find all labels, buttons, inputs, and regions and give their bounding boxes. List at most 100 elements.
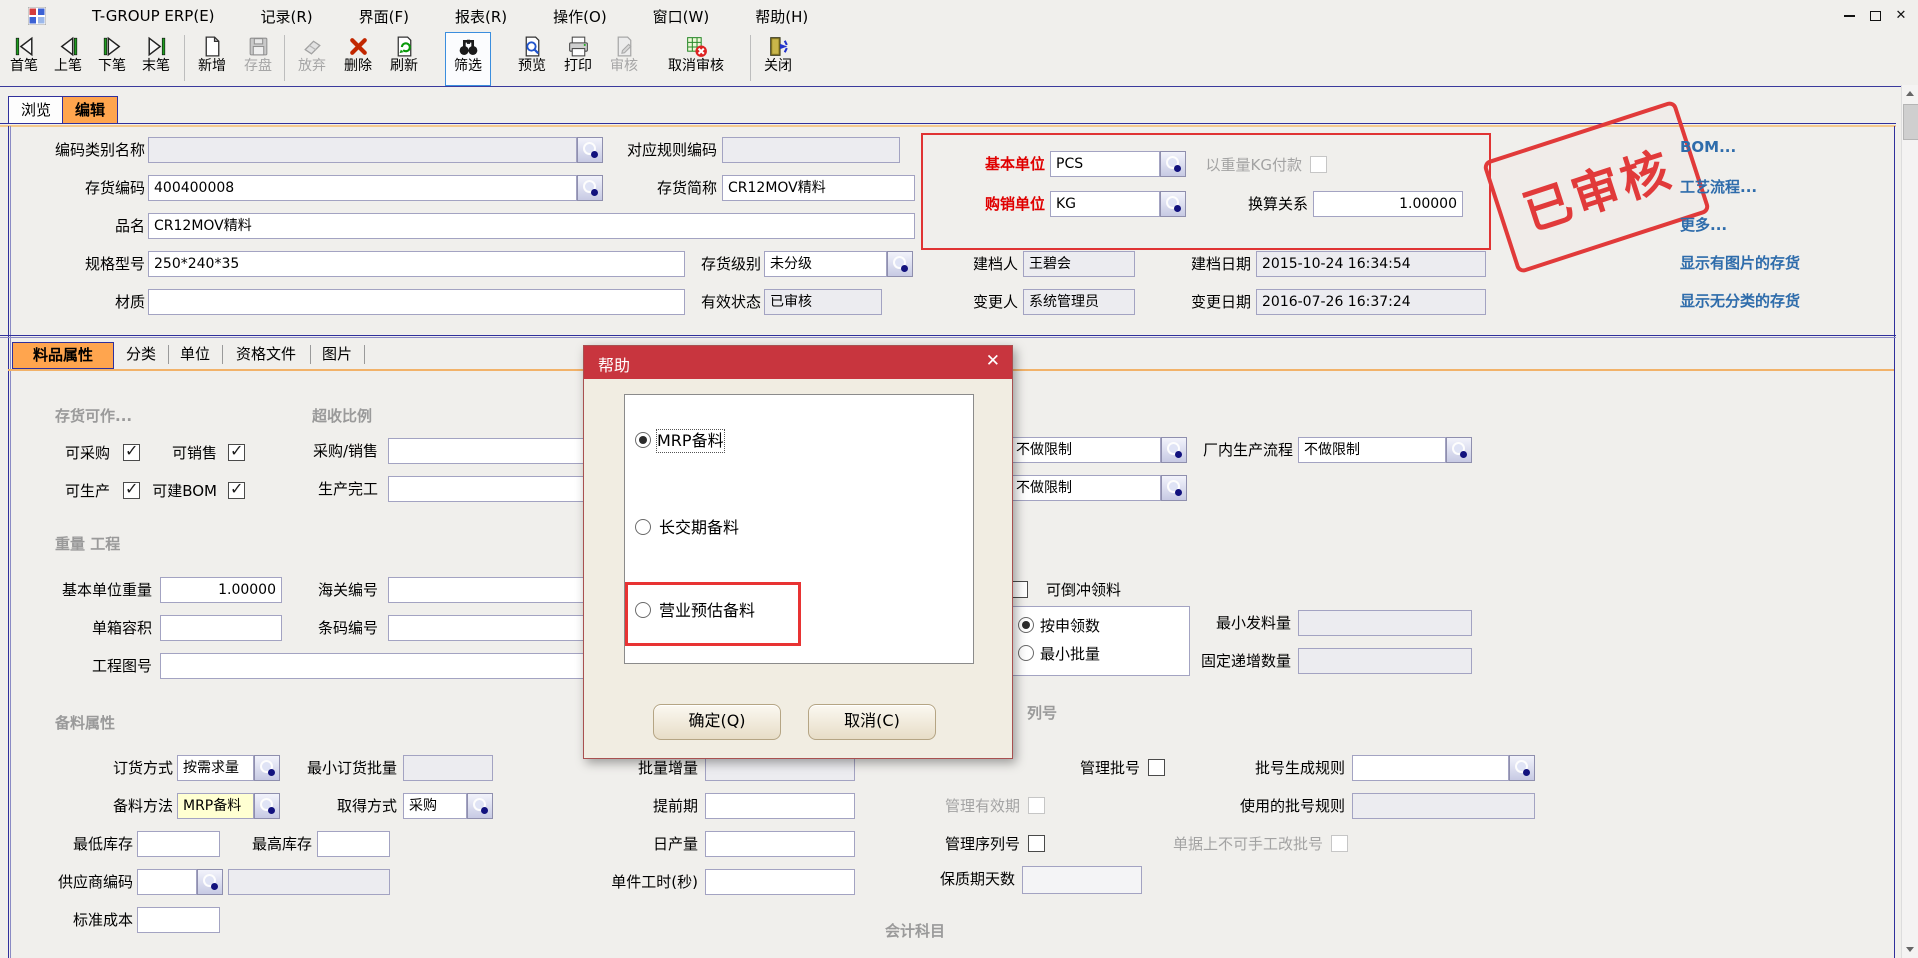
- shelf-life-field[interactable]: [1022, 866, 1142, 894]
- item-abbr-field[interactable]: CR12MOV精料: [722, 175, 915, 201]
- menu-item-window[interactable]: 窗口(W): [653, 6, 710, 27]
- acquire-mode-field[interactable]: 采购: [403, 793, 467, 819]
- batch-rule-lookup-icon[interactable]: [1509, 755, 1535, 781]
- prep-method-field[interactable]: MRP备料: [177, 793, 254, 819]
- dialog-option-longlead-label[interactable]: 长交期备料: [659, 517, 739, 539]
- menu-item-help[interactable]: 帮助(H): [755, 6, 808, 27]
- dialog-option-mrp-radio[interactable]: [635, 432, 651, 448]
- std-cost-field[interactable]: [137, 907, 220, 933]
- issue-min-batch-radio[interactable]: [1018, 645, 1034, 661]
- factory-flow-lookup-icon[interactable]: [1446, 437, 1472, 463]
- dialog-title-bar[interactable]: 帮助 ✕: [584, 346, 1012, 379]
- new-button[interactable]: 新增: [190, 33, 234, 85]
- scroll-up-button[interactable]: [1902, 85, 1918, 102]
- max-stock-field[interactable]: [317, 831, 390, 857]
- box-volume-field[interactable]: [160, 615, 282, 641]
- minimize-button[interactable]: [1840, 7, 1858, 25]
- base-unit-field[interactable]: PCS: [1050, 151, 1160, 177]
- can-sell-checkbox[interactable]: [228, 444, 245, 461]
- scroll-down-button[interactable]: [1902, 941, 1918, 958]
- item-code-lookup-icon[interactable]: [577, 175, 603, 201]
- close-window-button[interactable]: ✕: [1892, 7, 1910, 25]
- dialog-close-icon[interactable]: ✕: [986, 351, 1000, 371]
- order-mode-lookup-icon[interactable]: [254, 755, 280, 781]
- link-show-with-images[interactable]: 显示有图片的存货: [1680, 252, 1800, 273]
- preview-button[interactable]: 预览: [510, 33, 554, 85]
- subtab-images[interactable]: 图片: [312, 342, 362, 367]
- first-record-button[interactable]: 首笔: [2, 33, 46, 85]
- trade-unit-field[interactable]: KG: [1050, 191, 1160, 217]
- link-show-unclassified[interactable]: 显示无分类的存货: [1680, 290, 1800, 311]
- min-stock-field[interactable]: [137, 831, 220, 857]
- over-production-field[interactable]: [388, 476, 585, 502]
- menu-item-record[interactable]: 记录(R): [261, 6, 313, 27]
- drawing-no-field[interactable]: [160, 653, 585, 679]
- factory-flow-field[interactable]: 不做限制: [1298, 437, 1446, 463]
- restriction-field-2[interactable]: 不做限制: [1010, 475, 1161, 501]
- unit-time-field[interactable]: [705, 869, 855, 895]
- level-field[interactable]: 未分级: [764, 251, 887, 277]
- prev-record-button[interactable]: 上笔: [46, 33, 90, 85]
- restriction-1-lookup-icon[interactable]: [1161, 437, 1187, 463]
- barcode-field[interactable]: [388, 615, 585, 641]
- can-bom-checkbox[interactable]: [228, 482, 245, 499]
- lead-time-field[interactable]: [705, 793, 855, 819]
- conversion-field[interactable]: 1.00000: [1313, 191, 1463, 217]
- daily-output-field[interactable]: [705, 831, 855, 857]
- menu-item-report[interactable]: 报表(R): [455, 6, 507, 27]
- menu-item-operation[interactable]: 操作(O): [553, 6, 607, 27]
- subtab-item-attributes[interactable]: 料品属性: [12, 342, 114, 369]
- coding-category-field[interactable]: [148, 137, 577, 163]
- scrollbar-thumb[interactable]: [1903, 104, 1918, 140]
- material-field[interactable]: [148, 289, 685, 315]
- item-code-field[interactable]: 400400008: [148, 175, 577, 201]
- issue-by-request-radio[interactable]: [1018, 617, 1034, 633]
- subtab-units[interactable]: 单位: [170, 342, 220, 367]
- link-bom[interactable]: BOM...: [1680, 138, 1736, 156]
- item-name-field[interactable]: CR12MOV精料: [148, 213, 915, 239]
- over-purchase-field[interactable]: [388, 438, 585, 464]
- last-record-button[interactable]: 末笔: [134, 33, 178, 85]
- dialog-option-mrp-label[interactable]: MRP备料: [657, 430, 724, 452]
- restriction-2-lookup-icon[interactable]: [1161, 475, 1187, 501]
- supplier-lookup-icon[interactable]: [197, 869, 223, 895]
- close-form-button[interactable]: 关闭: [756, 33, 800, 85]
- rule-code-field[interactable]: [722, 137, 900, 163]
- acquire-mode-lookup-icon[interactable]: [467, 793, 493, 819]
- subtab-qualification-files[interactable]: 资格文件: [224, 342, 308, 367]
- delete-button[interactable]: 删除: [336, 33, 380, 85]
- supplier-code-field[interactable]: [137, 869, 197, 895]
- cancel-audit-button[interactable]: 取消审核: [648, 33, 744, 85]
- tab-edit[interactable]: 编辑: [62, 96, 118, 124]
- manage-serial-checkbox[interactable]: [1028, 835, 1045, 852]
- base-weight-field[interactable]: 1.00000: [160, 577, 282, 603]
- subtab-classification[interactable]: 分类: [116, 342, 166, 367]
- dialog-cancel-button[interactable]: 取消(C): [808, 704, 936, 740]
- refresh-button[interactable]: 刷新: [382, 33, 426, 85]
- tab-browse[interactable]: 浏览: [8, 96, 64, 124]
- vertical-scrollbar[interactable]: [1901, 85, 1918, 958]
- restore-button[interactable]: [1866, 7, 1884, 25]
- prep-method-lookup-icon[interactable]: [254, 793, 280, 819]
- base-unit-lookup-icon[interactable]: [1160, 151, 1186, 177]
- order-mode-field[interactable]: 按需求量: [177, 755, 254, 781]
- box-volume-label: 单箱容积: [72, 615, 152, 641]
- filter-button[interactable]: 筛选: [446, 33, 490, 85]
- link-process-flow[interactable]: 工艺流程...: [1680, 176, 1757, 197]
- dialog-option-longlead-radio[interactable]: [635, 519, 651, 535]
- menu-item-app[interactable]: T-GROUP ERP(E): [92, 7, 215, 25]
- spec-field[interactable]: 250*240*35: [148, 251, 685, 277]
- can-purchase-checkbox[interactable]: [123, 444, 140, 461]
- print-button[interactable]: 打印: [556, 33, 600, 85]
- batch-rule-field[interactable]: [1352, 755, 1509, 781]
- level-lookup-icon[interactable]: [887, 251, 913, 277]
- manage-batch-checkbox[interactable]: [1148, 759, 1165, 776]
- trade-unit-lookup-icon[interactable]: [1160, 191, 1186, 217]
- backflush-checkbox[interactable]: [1011, 581, 1028, 598]
- link-more[interactable]: 更多...: [1680, 214, 1727, 235]
- dialog-ok-button[interactable]: 确定(Q): [653, 704, 781, 740]
- customs-code-field[interactable]: [388, 577, 585, 603]
- restriction-field-1[interactable]: 不做限制: [1010, 437, 1161, 463]
- menu-item-interface[interactable]: 界面(F): [359, 6, 409, 27]
- next-record-button[interactable]: 下笔: [90, 33, 134, 85]
